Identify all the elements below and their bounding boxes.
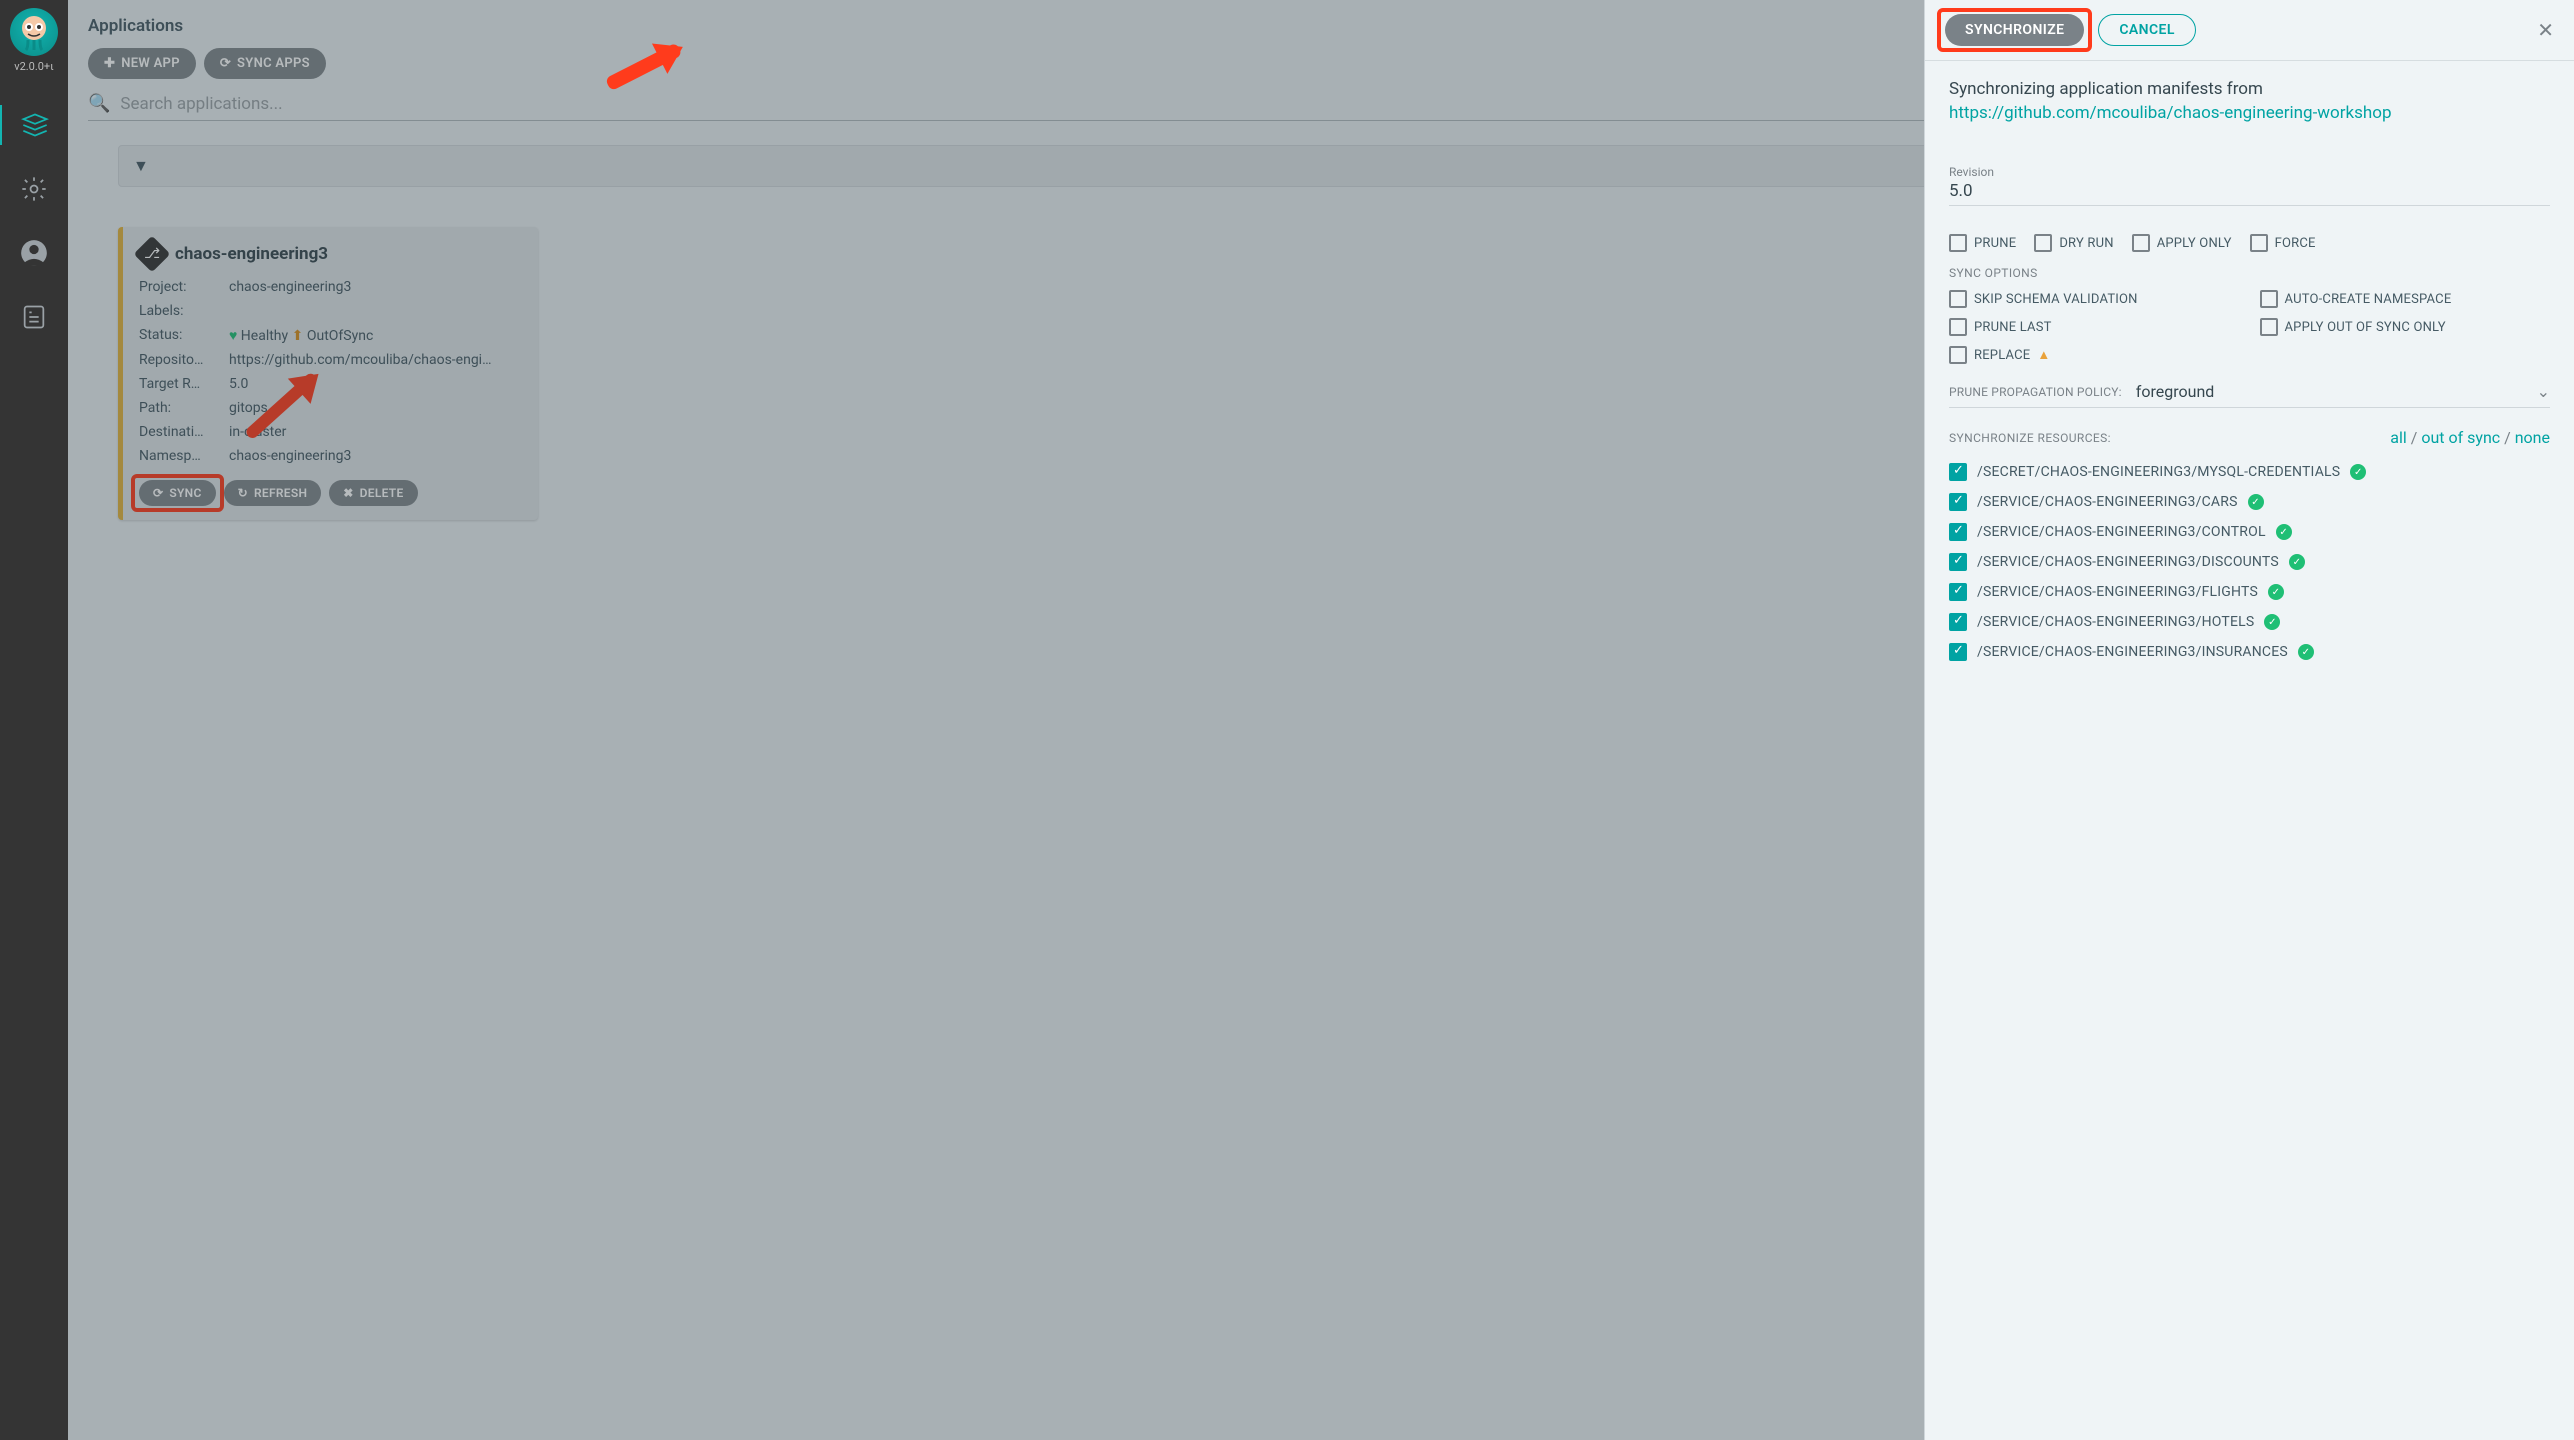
resource-checkbox[interactable]	[1949, 643, 1967, 661]
auto-ns-checkbox[interactable]: AUTO-CREATE NAMESPACE	[2260, 290, 2551, 308]
resource-item[interactable]: /SERVICE/CHAOS-ENGINEERING3/DISCOUNTS ✓	[1949, 547, 2550, 577]
synchronize-button[interactable]: SYNCHRONIZE	[1945, 14, 2084, 46]
skip-schema-checkbox[interactable]: SKIP SCHEMA VALIDATION	[1949, 290, 2240, 308]
main-area: Applications ✚NEW APP ⟳SYNC APPS 🔍 ▼ ⎇ c…	[68, 0, 2574, 1440]
force-checkbox[interactable]: FORCE	[2250, 234, 2316, 252]
resource-checkbox[interactable]	[1949, 583, 1967, 601]
resource-item[interactable]: /SERVICE/CHAOS-ENGINEERING3/CARS ✓	[1949, 487, 2550, 517]
check-circle-icon: ✓	[2289, 554, 2305, 570]
warning-icon: ▲	[2037, 347, 2050, 363]
nav-docs-icon[interactable]	[14, 297, 54, 337]
resource-item[interactable]: /SERVICE/CHAOS-ENGINEERING3/CONTROL ✓	[1949, 517, 2550, 547]
applyonly-checkbox[interactable]: APPLY ONLY	[2132, 234, 2232, 252]
check-circle-icon: ✓	[2298, 644, 2314, 660]
filter-all-link[interactable]: all	[2390, 428, 2406, 447]
resource-checkbox[interactable]	[1949, 553, 1967, 571]
apply-oos-checkbox[interactable]: APPLY OUT OF SYNC ONLY	[2260, 318, 2551, 336]
argo-logo	[10, 8, 58, 56]
resource-path: /SERVICE/CHAOS-ENGINEERING3/HOTELS	[1977, 614, 2254, 630]
resource-item[interactable]: /SERVICE/CHAOS-ENGINEERING3/INSURANCES ✓	[1949, 637, 2550, 667]
check-circle-icon: ✓	[2268, 584, 2284, 600]
check-circle-icon: ✓	[2350, 464, 2366, 480]
resource-checkbox[interactable]	[1949, 613, 1967, 631]
resource-path: /SERVICE/CHAOS-ENGINEERING3/FLIGHTS	[1977, 584, 2258, 600]
sync-options-label: SYNC OPTIONS	[1949, 266, 2550, 280]
resource-path: /SERVICE/CHAOS-ENGINEERING3/CONTROL	[1977, 524, 2266, 540]
resource-item[interactable]: /SECRET/CHAOS-ENGINEERING3/MYSQL-CREDENT…	[1949, 457, 2550, 487]
nav-applications-icon[interactable]	[0, 105, 68, 145]
resource-path: /SERVICE/CHAOS-ENGINEERING3/DISCOUNTS	[1977, 554, 2279, 570]
resource-item[interactable]: /SERVICE/CHAOS-ENGINEERING3/FLIGHTS ✓	[1949, 577, 2550, 607]
resource-checkbox[interactable]	[1949, 493, 1967, 511]
version-label: v2.0.0+ι	[14, 60, 53, 73]
revision-label: Revision	[1949, 165, 2550, 179]
left-sidebar: v2.0.0+ι	[0, 0, 68, 1440]
nav-settings-icon[interactable]	[14, 169, 54, 209]
close-icon[interactable]: ✕	[2537, 18, 2554, 42]
resource-filter-links: all / out of sync / none	[2390, 428, 2550, 447]
nav-user-icon[interactable]	[14, 233, 54, 273]
resource-path: /SERVICE/CHAOS-ENGINEERING3/INSURANCES	[1977, 644, 2288, 660]
resource-list: /SECRET/CHAOS-ENGINEERING3/MYSQL-CREDENT…	[1949, 457, 2550, 667]
revision-input[interactable]: 5.0	[1949, 181, 2550, 206]
resource-path: /SERVICE/CHAOS-ENGINEERING3/CARS	[1977, 494, 2238, 510]
check-circle-icon: ✓	[2248, 494, 2264, 510]
replace-checkbox[interactable]: REPLACE ▲	[1949, 346, 2240, 364]
prune-checkbox[interactable]: PRUNE	[1949, 234, 2016, 252]
resources-label: SYNCHRONIZE RESOURCES:	[1949, 431, 2111, 445]
chevron-down-icon: ⌄	[2537, 382, 2550, 401]
check-circle-icon: ✓	[2276, 524, 2292, 540]
filter-oos-link[interactable]: out of sync	[2421, 428, 2500, 447]
resource-checkbox[interactable]	[1949, 523, 1967, 541]
resource-path: /SECRET/CHAOS-ENGINEERING3/MYSQL-CREDENT…	[1977, 464, 2340, 480]
check-circle-icon: ✓	[2264, 614, 2280, 630]
cancel-button[interactable]: CANCEL	[2098, 14, 2195, 46]
resource-checkbox[interactable]	[1949, 463, 1967, 481]
sync-message: Synchronizing application manifests from	[1949, 79, 2550, 99]
dryrun-checkbox[interactable]: DRY RUN	[2034, 234, 2113, 252]
prune-last-checkbox[interactable]: PRUNE LAST	[1949, 318, 2240, 336]
policy-select[interactable]: foreground	[2136, 382, 2523, 401]
sync-panel: SYNCHRONIZE CANCEL ✕ Synchronizing appli…	[1924, 0, 2574, 1440]
sync-repo-link[interactable]: https://github.com/mcouliba/chaos-engine…	[1949, 103, 2392, 123]
policy-label: PRUNE PROPAGATION POLICY:	[1949, 385, 2122, 399]
filter-none-link[interactable]: none	[2515, 428, 2550, 447]
resource-item[interactable]: /SERVICE/CHAOS-ENGINEERING3/HOTELS ✓	[1949, 607, 2550, 637]
